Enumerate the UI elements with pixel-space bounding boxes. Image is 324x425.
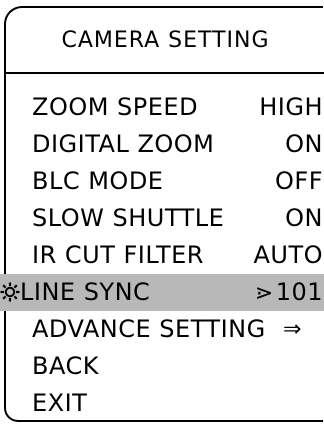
menu-item-label: SLOW SHUTTLE — [32, 204, 225, 232]
camera-setting-osd-panel: CAMERA SETTING ZOOM SPEED HIGH DIGITAL Z… — [0, 6, 324, 422]
menu-item-value: ⋗101 — [255, 274, 323, 312]
menu-item-slow-shuttle[interactable]: SLOW SHUTTLE ON — [6, 200, 324, 237]
menu-item-value: HIGH — [259, 93, 323, 121]
menu-item-zoom-speed[interactable]: ZOOM SPEED HIGH — [6, 89, 324, 126]
menu-item-value: OFF — [275, 167, 323, 195]
menu-item-line-sync[interactable]: LINE SYNC ⋗101 — [0, 274, 324, 311]
menu-item-label: IR CUT FILTER — [32, 241, 204, 269]
title-bar: CAMERA SETTING — [6, 8, 324, 74]
menu-item-ir-cut-filter[interactable]: IR CUT FILTER AUTO — [6, 237, 324, 274]
right-double-arrow-icon: ⇒ — [283, 317, 302, 342]
menu-item-advance-setting[interactable]: ADVANCE SETTING ⇒ — [6, 311, 324, 348]
menu-item-label: EXIT — [32, 389, 88, 417]
menu-item-label: LINE SYNC — [20, 278, 151, 306]
menu-item-label: DIGITAL ZOOM — [32, 130, 215, 158]
page-title: CAMERA SETTING — [61, 28, 270, 53]
settings-menu: ZOOM SPEED HIGH DIGITAL ZOOM ON BLC MODE… — [0, 89, 324, 422]
menu-item-value: ON — [285, 130, 323, 158]
menu-item-blc-mode[interactable]: BLC MODE OFF — [6, 163, 324, 200]
menu-item-label: BACK — [32, 352, 99, 380]
gear-icon — [0, 282, 20, 302]
menu-item-value: AUTO — [253, 241, 323, 269]
menu-item-back[interactable]: BACK — [6, 348, 324, 385]
menu-item-label: ADVANCE SETTING — [32, 315, 266, 343]
line-sync-value: 101 — [275, 278, 323, 306]
menu-item-value: ON — [285, 204, 323, 232]
menu-item-label: BLC MODE — [32, 167, 164, 195]
adjust-arrow-icon: ⋗ — [254, 281, 274, 306]
menu-item-label: ZOOM SPEED — [32, 93, 199, 121]
menu-item-digital-zoom[interactable]: DIGITAL ZOOM ON — [6, 126, 324, 163]
menu-item-exit[interactable]: EXIT — [6, 385, 324, 422]
